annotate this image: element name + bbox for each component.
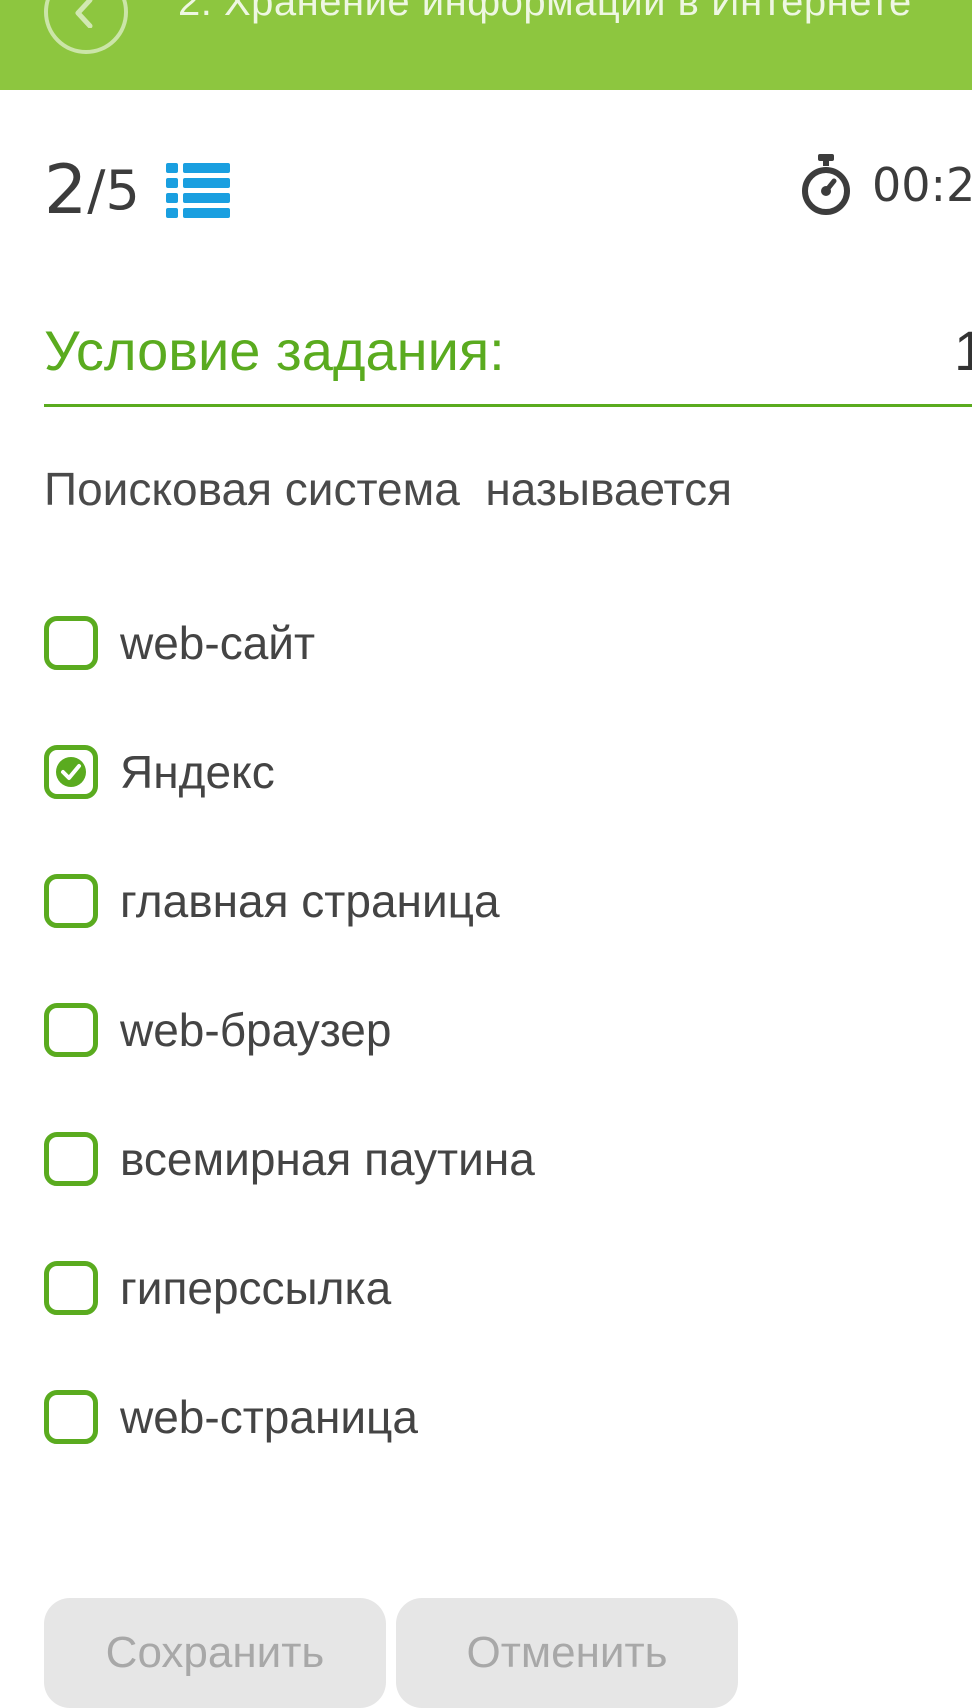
question-progress: 2 / 5 (44, 150, 230, 230)
timer: 00:28 (800, 152, 972, 218)
checkmark-icon (56, 757, 86, 787)
option-yandex[interactable]: Яндекс (44, 745, 944, 874)
progress-current: 2 (44, 150, 88, 230)
timer-value: 00:28 (872, 158, 972, 212)
stopwatch-icon (802, 154, 850, 215)
checkbox[interactable] (44, 616, 98, 670)
option-home-page[interactable]: главная страница (44, 874, 944, 1003)
progress-total: 5 (105, 158, 140, 222)
checkbox-checked[interactable] (44, 745, 98, 799)
option-web-site[interactable]: web-сайт (44, 616, 944, 745)
cancel-button[interactable]: Отменить (396, 1598, 738, 1708)
option-world-wide-web[interactable]: всемирная паутина (44, 1132, 944, 1261)
page-title: 2. Хранение информации в Интернете (178, 0, 912, 24)
option-label: web-страница (120, 1391, 418, 1443)
back-button[interactable] (44, 0, 128, 54)
option-label: всемирная паутина (120, 1133, 535, 1185)
option-web-browser[interactable]: web-браузер (44, 1003, 944, 1132)
chevron-left-icon (75, 0, 93, 28)
option-label: гиперссылка (120, 1262, 392, 1314)
checkbox[interactable] (44, 874, 98, 928)
option-label: web-сайт (120, 617, 316, 669)
heading-divider (44, 404, 972, 407)
option-hyperlink[interactable]: гиперссылка (44, 1261, 944, 1390)
top-bar: 2. Хранение информации в Интернете (0, 0, 972, 90)
option-web-page[interactable]: web-страница (44, 1390, 944, 1519)
progress-separator: / (87, 158, 106, 222)
save-button[interactable]: Сохранить (44, 1598, 386, 1708)
answer-options: web-сайт Яндекс главная страница web-бра… (44, 616, 944, 1519)
checkbox[interactable] (44, 1390, 98, 1444)
task-heading: Условие задания: (44, 319, 505, 382)
option-label: главная страница (120, 875, 500, 927)
task-points: 1 (954, 319, 972, 382)
list-icon[interactable] (165, 161, 230, 219)
option-label: web-браузер (120, 1004, 392, 1056)
checkbox[interactable] (44, 1261, 98, 1315)
question-text: Поисковая система называется (44, 463, 733, 515)
option-label: Яндекс (120, 746, 275, 798)
checkbox[interactable] (44, 1132, 98, 1186)
checkbox[interactable] (44, 1003, 98, 1057)
